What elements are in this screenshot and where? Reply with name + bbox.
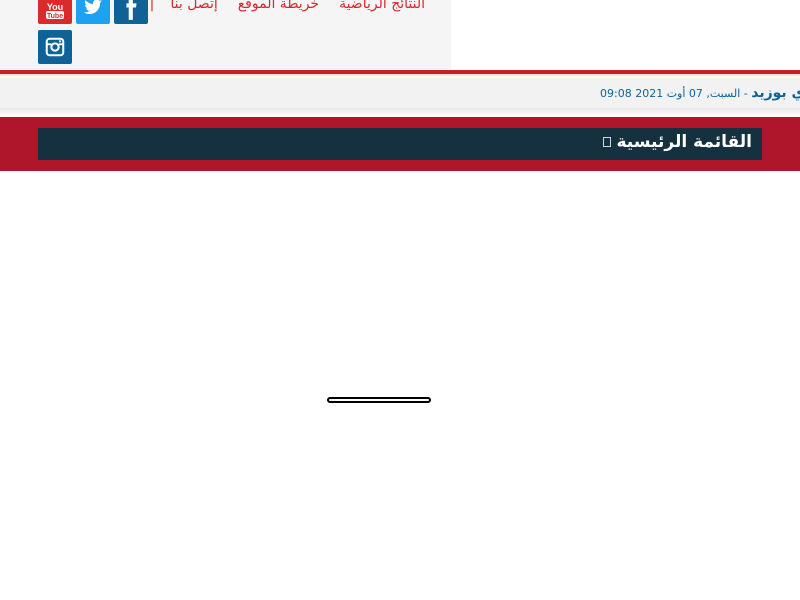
main-menu-title: القائمة الرئيسية [616,132,753,152]
link-separator: | [149,0,155,12]
twitter-icon [83,0,103,15]
loading-bar [327,397,431,403]
date-ticker: دي بوزيد - السبت, 07 أوت 2021 09:08 [0,78,800,108]
instagram-icon [45,37,65,57]
main-menu-bar[interactable]: القائمة الرئيسية [38,128,762,160]
menu-icon [602,137,611,147]
youtube-link[interactable]: You Tube [38,0,72,24]
twitter-link[interactable] [76,0,110,24]
contact-link[interactable]: إتصل بنا [160,0,227,12]
ticker-dash: - [740,87,752,100]
instagram-link[interactable] [38,30,72,64]
svg-text:You: You [47,2,63,12]
sitemap-link[interactable]: خريطة الموقع [228,0,329,12]
ticker-shadow [0,108,800,117]
main-nav-band: القائمة الرئيسية [0,117,800,171]
ticker-city: دي بوزيد [751,85,800,101]
main-menu-toggle[interactable]: القائمة الرئيسية [601,132,753,152]
ticker-text: دي بوزيد - السبت, 07 أوت 2021 09:08 [600,82,800,101]
svg-text:Tube: Tube [47,13,63,19]
sports-results-link[interactable]: النتائج الرياضية [329,0,435,12]
top-links: النتائج الرياضية خريطة الموقع إتصل بنا | [140,0,435,15]
ticker-date: السبت, 07 أوت 2021 09:08 [600,87,741,100]
divider-shadow [0,74,800,77]
youtube-icon: You Tube [46,2,64,19]
